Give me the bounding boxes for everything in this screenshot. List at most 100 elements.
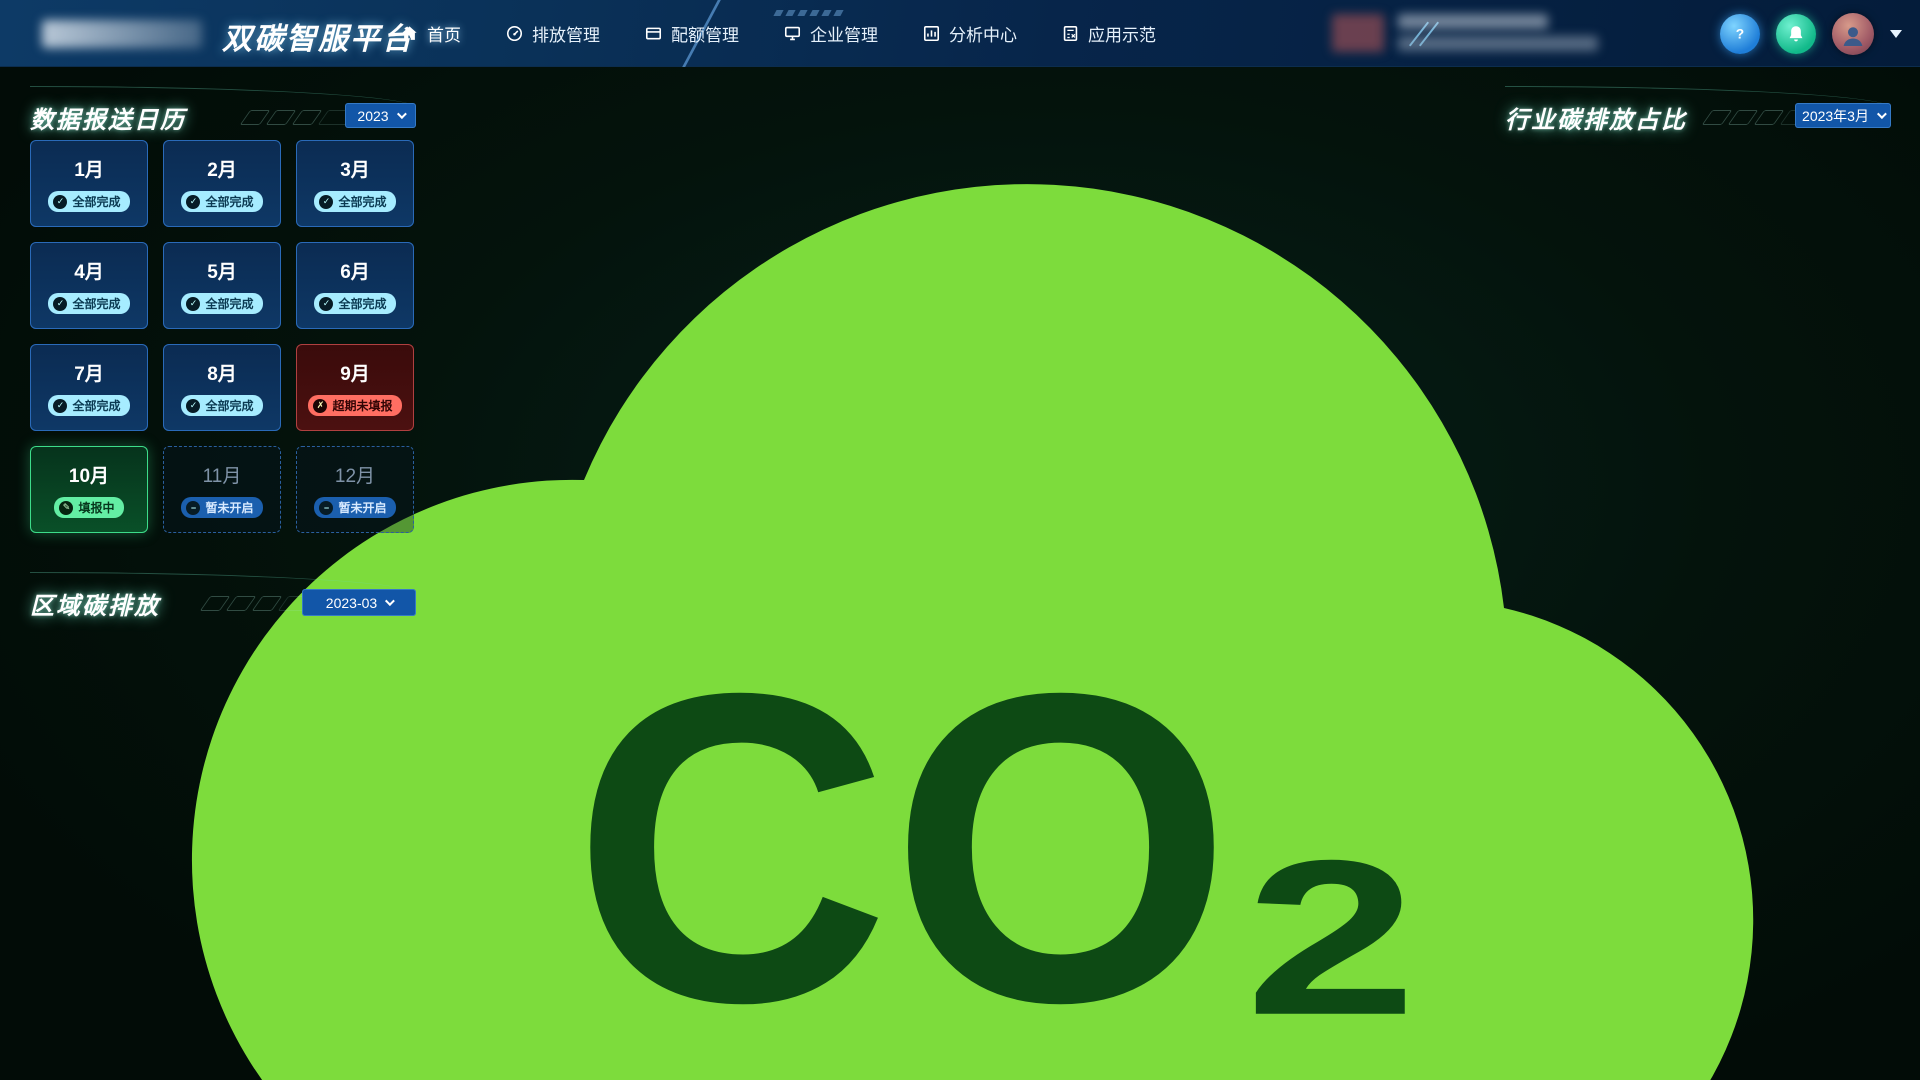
month-card-2月[interactable]: 2月 ✓全部完成 — [163, 140, 281, 227]
chevron-down-icon — [397, 109, 407, 119]
month-card-9月[interactable]: 9月 ✗ 超期未填报 — [296, 344, 414, 431]
month-card-3月[interactable]: 3月 ✓ 全部完成 — [296, 140, 414, 227]
status-icon: ✓ — [319, 297, 333, 311]
month-status-badge: ✓ 全部完成 — [48, 395, 129, 416]
calc-icon — [1061, 24, 1080, 43]
month-label: 6月 — [340, 257, 370, 284]
user-avatar[interactable] — [1832, 13, 1874, 55]
month-label: 8月 — [207, 359, 237, 386]
month-label: 11月 — [203, 461, 242, 488]
header-right-cluster: ? — [1418, 0, 1902, 67]
month-card-1月[interactable]: 1月 ✓ 全部完成 — [30, 140, 148, 227]
dual-carbon-dashboard: 双碳智服平台 首页排放管理配额管理企业管理分析中心应用示范 ? 数据报送日历 2… — [0, 0, 1920, 1080]
nav-item-calc[interactable]: 应用示范 — [1061, 21, 1156, 46]
month-status-badge: −暂未开启 — [314, 497, 395, 518]
month-label: 4月 — [74, 257, 104, 284]
industry-period-value: 2023年3月 — [1802, 106, 1869, 126]
month-card-4月[interactable]: 4月 ✓全部完成 — [30, 242, 148, 329]
month-label: 5月 — [207, 257, 237, 284]
status-icon: ✓ — [319, 195, 333, 209]
svg-text:?: ? — [1736, 26, 1744, 41]
status-text: 全部完成 — [72, 397, 120, 414]
industry-period-select[interactable]: 2023年3月 — [1795, 103, 1891, 128]
month-label: 1月 — [74, 155, 104, 182]
status-icon: − — [319, 501, 333, 515]
month-status-badge: ✓ 全部完成 — [48, 191, 129, 212]
month-label: 3月 — [340, 155, 370, 182]
nav-item-monitor[interactable]: 企业管理 — [783, 21, 878, 46]
chart-icon — [922, 24, 941, 43]
month-card-7月[interactable]: 7月 ✓ 全部完成 — [30, 344, 148, 431]
month-card-8月[interactable]: 8月 ✓ 全部完成 — [163, 344, 281, 431]
month-status-badge: ✓全部完成 — [48, 293, 129, 314]
nav-item-label: 企业管理 — [810, 21, 878, 46]
month-card-11月[interactable]: 11月−暂未开启 — [163, 446, 281, 533]
nav-item-label: 首页 — [427, 21, 461, 46]
calendar-year-select[interactable]: 2023 — [345, 103, 416, 128]
svg-text:CO₂: CO₂ — [572, 603, 1428, 1080]
chevron-down-icon — [1877, 109, 1887, 119]
month-card-12月[interactable]: 12月−暂未开启 — [296, 446, 414, 533]
monitor-icon — [783, 24, 802, 43]
home-icon — [400, 24, 419, 43]
main-nav: 首页 排放管理 配额管理 企业管理 分析中心 应用示范 — [400, 0, 1156, 67]
industry-panel-title: 行业碳排放占比 — [1505, 100, 1687, 135]
status-text: 全部完成 — [72, 193, 120, 210]
nav-item-gauge[interactable]: 排放管理 — [505, 21, 600, 46]
month-label: 7月 — [74, 359, 104, 386]
month-card-5月[interactable]: 5月 ✓全部完成 — [163, 242, 281, 329]
status-icon: ✎ — [59, 501, 73, 515]
month-label: 2月 — [207, 155, 237, 182]
nav-item-home[interactable]: 首页 — [400, 21, 461, 46]
region-panel-title: 区域碳排放 — [30, 586, 160, 621]
status-text: 超期未填报 — [332, 397, 392, 414]
status-icon: ✓ — [186, 399, 200, 413]
region-period-select[interactable]: 2023-03 — [302, 589, 416, 616]
status-text: 暂未开启 — [205, 499, 253, 516]
card-icon — [644, 24, 663, 43]
status-icon: ✓ — [53, 195, 67, 209]
nav-item-label: 应用示范 — [1088, 21, 1156, 46]
tenant-name-redacted — [1392, 12, 1602, 56]
status-text: 暂未开启 — [338, 499, 386, 516]
status-text: 全部完成 — [205, 397, 253, 414]
month-status-badge: ✓全部完成 — [181, 191, 262, 212]
nav-item-label: 分析中心 — [949, 21, 1017, 46]
month-status-badge: ✗ 超期未填报 — [308, 395, 401, 416]
month-status-badge: ✓ 全部完成 — [314, 191, 395, 212]
status-text: 全部完成 — [338, 193, 386, 210]
nav-item-card[interactable]: 配额管理 — [644, 21, 739, 46]
month-status-badge: ✓ 全部完成 — [181, 395, 262, 416]
question-icon: ? — [1729, 23, 1751, 45]
status-icon: ✗ — [313, 399, 327, 413]
month-card-6月[interactable]: 6月 ✓ 全部完成 — [296, 242, 414, 329]
status-icon: ✓ — [186, 297, 200, 311]
region-period-value: 2023-03 — [326, 595, 377, 611]
month-status-badge: ✓全部完成 — [181, 293, 262, 314]
month-status-badge: ✓ 全部完成 — [314, 293, 395, 314]
month-card-10月[interactable]: 10月 ✎ 填报中 — [30, 446, 148, 533]
person-icon — [1838, 21, 1868, 51]
chevron-down-icon — [385, 596, 395, 606]
help-button[interactable]: ? — [1720, 14, 1760, 54]
status-icon: − — [186, 501, 200, 515]
notifications-button[interactable] — [1776, 14, 1816, 54]
month-status-badge: −暂未开启 — [181, 497, 262, 518]
month-label: 12月 — [335, 461, 375, 488]
nav-item-label: 排放管理 — [532, 21, 600, 46]
status-icon: ✓ — [53, 297, 67, 311]
status-icon: ✓ — [186, 195, 200, 209]
logo-image-redacted — [42, 20, 202, 48]
report-calendar-grid: 1月✓全部完成2月✓全部完成3月✓全部完成4月✓全部完成5月✓全部完成6月✓全部… — [30, 140, 416, 533]
user-menu-caret-icon[interactable] — [1890, 30, 1902, 38]
month-status-badge: ✎ 填报中 — [54, 497, 123, 518]
app-title: 双碳智服平台 — [222, 14, 414, 58]
status-text: 全部完成 — [338, 295, 386, 312]
nav-item-chart[interactable]: 分析中心 — [922, 21, 1017, 46]
month-label: 10月 — [69, 461, 109, 488]
calendar-year-value: 2023 — [357, 108, 388, 124]
top-nav-bar: 双碳智服平台 首页 排放管理 配额管理 企业管理 分析中心 应用示范 ? — [0, 0, 1920, 67]
status-icon: ✓ — [53, 399, 67, 413]
month-label: 9月 — [340, 359, 370, 386]
status-text: 填报中 — [78, 499, 114, 516]
